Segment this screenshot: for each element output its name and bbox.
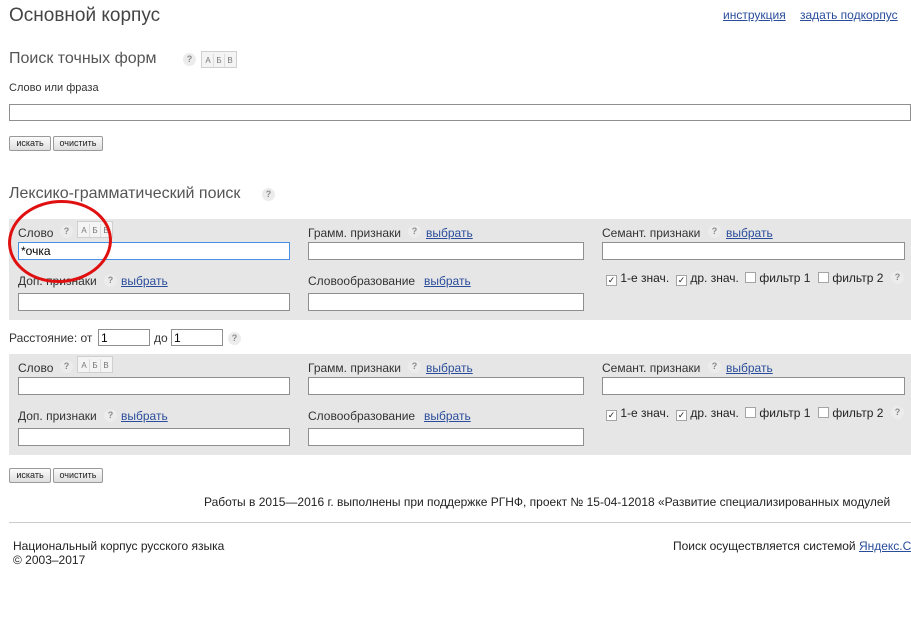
- filter-2[interactable]: фильтр 2: [818, 406, 883, 420]
- word-input-1[interactable]: [18, 242, 290, 260]
- lexgram-clear-button[interactable]: очистить: [53, 468, 103, 483]
- virtual-keyboard-icon[interactable]: АБВ: [201, 51, 237, 68]
- checkbox-checked[interactable]: ✓: [676, 410, 687, 421]
- checkbox-checked[interactable]: ✓: [606, 275, 617, 286]
- keyboard-key[interactable]: А: [79, 359, 90, 372]
- deriv-input-1[interactable]: [308, 293, 584, 311]
- lexgram-help-icon[interactable]: ?: [262, 188, 275, 201]
- extra-help-icon[interactable]: ?: [104, 409, 117, 422]
- filters-help-icon[interactable]: ?: [891, 271, 904, 284]
- distance-to-label: до: [154, 331, 168, 345]
- distance-from-input[interactable]: [98, 329, 150, 346]
- exact-help-icon[interactable]: ?: [183, 53, 196, 66]
- extra-select-link[interactable]: выбрать: [121, 274, 168, 288]
- checkbox-unchecked[interactable]: [745, 272, 756, 283]
- filter-1[interactable]: фильтр 1: [745, 406, 810, 420]
- gramm-select-link[interactable]: выбрать: [426, 226, 473, 240]
- sem-select-link[interactable]: выбрать: [726, 226, 773, 240]
- word-input-2[interactable]: [18, 377, 290, 395]
- deriv-select-link[interactable]: выбрать: [424, 274, 471, 288]
- gramm-input-1[interactable]: [308, 242, 584, 260]
- distance-to-input[interactable]: [171, 329, 223, 346]
- filter-other-meaning[interactable]: ✓ др. знач.: [676, 271, 739, 286]
- checkbox-unchecked[interactable]: [745, 407, 756, 418]
- word-or-phrase-input[interactable]: [9, 104, 911, 121]
- deriv-select-link[interactable]: выбрать: [424, 409, 471, 423]
- deriv-label: Словообразование: [308, 409, 416, 423]
- distance-from-label: Расстояние: от: [9, 331, 93, 345]
- exact-search-button[interactable]: искать: [9, 136, 51, 151]
- sem-help-icon[interactable]: ?: [708, 225, 721, 238]
- word-or-phrase-label: Слово или фраза: [9, 82, 99, 94]
- sem-input-1[interactable]: [602, 242, 905, 260]
- extra-label: Доп. признаки: [18, 274, 97, 288]
- filters-help-icon[interactable]: ?: [891, 406, 904, 419]
- word-label: Слово: [18, 226, 54, 240]
- instructions-link[interactable]: инструкция: [723, 8, 786, 22]
- exact-clear-button[interactable]: очистить: [53, 136, 103, 151]
- deriv-input-2[interactable]: [308, 428, 584, 446]
- lexgram-search-title: Лексико-грамматический поиск: [9, 185, 241, 202]
- sem-help-icon[interactable]: ?: [708, 360, 721, 373]
- footer-divider: [9, 522, 911, 523]
- keyboard-key[interactable]: Б: [90, 359, 101, 372]
- gramm-select-link[interactable]: выбрать: [426, 361, 473, 375]
- search-by-text: Поиск осуществляется системой: [673, 539, 856, 553]
- extra-select-link[interactable]: выбрать: [121, 409, 168, 423]
- extra-input-2[interactable]: [18, 428, 290, 446]
- checkbox-checked[interactable]: ✓: [676, 275, 687, 286]
- checkbox-checked[interactable]: ✓: [606, 410, 617, 421]
- extra-help-icon[interactable]: ?: [104, 274, 117, 287]
- keyboard-key[interactable]: В: [101, 224, 111, 237]
- checkbox-unchecked[interactable]: [818, 407, 829, 418]
- sem-input-2[interactable]: [602, 377, 905, 395]
- set-subcorpus-link[interactable]: задать подкорпус: [800, 8, 898, 22]
- filter-1[interactable]: фильтр 1: [745, 271, 810, 285]
- distance-help-icon[interactable]: ?: [228, 332, 241, 345]
- word-label: Слово: [18, 361, 54, 375]
- deriv-label: Словообразование: [308, 274, 416, 288]
- keyboard-key[interactable]: Б: [90, 224, 101, 237]
- keyboard-key[interactable]: В: [225, 54, 235, 67]
- extra-input-1[interactable]: [18, 293, 290, 311]
- grant-note: Работы в 2015—2016 г. выполнены при подд…: [204, 495, 891, 509]
- corpus-name: Национальный корпус русского языка: [13, 539, 225, 553]
- filter-other-meaning[interactable]: ✓ др. знач.: [676, 406, 739, 421]
- yandex-link[interactable]: Яндекс.С: [859, 539, 911, 553]
- keyboard-key[interactable]: А: [79, 224, 90, 237]
- filter-1st-meaning[interactable]: ✓ 1-е знач.: [606, 271, 669, 286]
- gramm-help-icon[interactable]: ?: [408, 225, 421, 238]
- virtual-keyboard-icon[interactable]: АБВ: [77, 221, 113, 238]
- word-help-icon[interactable]: ?: [60, 360, 73, 373]
- gramm-input-2[interactable]: [308, 377, 584, 395]
- filter-1st-meaning[interactable]: ✓ 1-е знач.: [606, 406, 669, 421]
- sem-label: Семант. признаки: [602, 226, 701, 240]
- search-engine-note: Поиск осуществляется системой Яндекс.С: [673, 539, 911, 553]
- gramm-label: Грамм. признаки: [308, 226, 401, 240]
- keyboard-key[interactable]: Б: [214, 54, 225, 67]
- virtual-keyboard-icon[interactable]: АБВ: [77, 356, 113, 373]
- extra-label: Доп. признаки: [18, 409, 97, 423]
- keyboard-key[interactable]: А: [203, 54, 214, 67]
- sem-select-link[interactable]: выбрать: [726, 361, 773, 375]
- filter-2[interactable]: фильтр 2: [818, 271, 883, 285]
- keyboard-key[interactable]: В: [101, 359, 111, 372]
- copyright: © 2003–2017: [13, 553, 86, 567]
- page-title: Основной корпус: [9, 5, 161, 26]
- exact-search-title: Поиск точных форм: [9, 50, 157, 67]
- sem-label: Семант. признаки: [602, 361, 701, 375]
- lexgram-search-button[interactable]: искать: [9, 468, 51, 483]
- gramm-label: Грамм. признаки: [308, 361, 401, 375]
- gramm-help-icon[interactable]: ?: [408, 360, 421, 373]
- word-help-icon[interactable]: ?: [60, 225, 73, 238]
- checkbox-unchecked[interactable]: [818, 272, 829, 283]
